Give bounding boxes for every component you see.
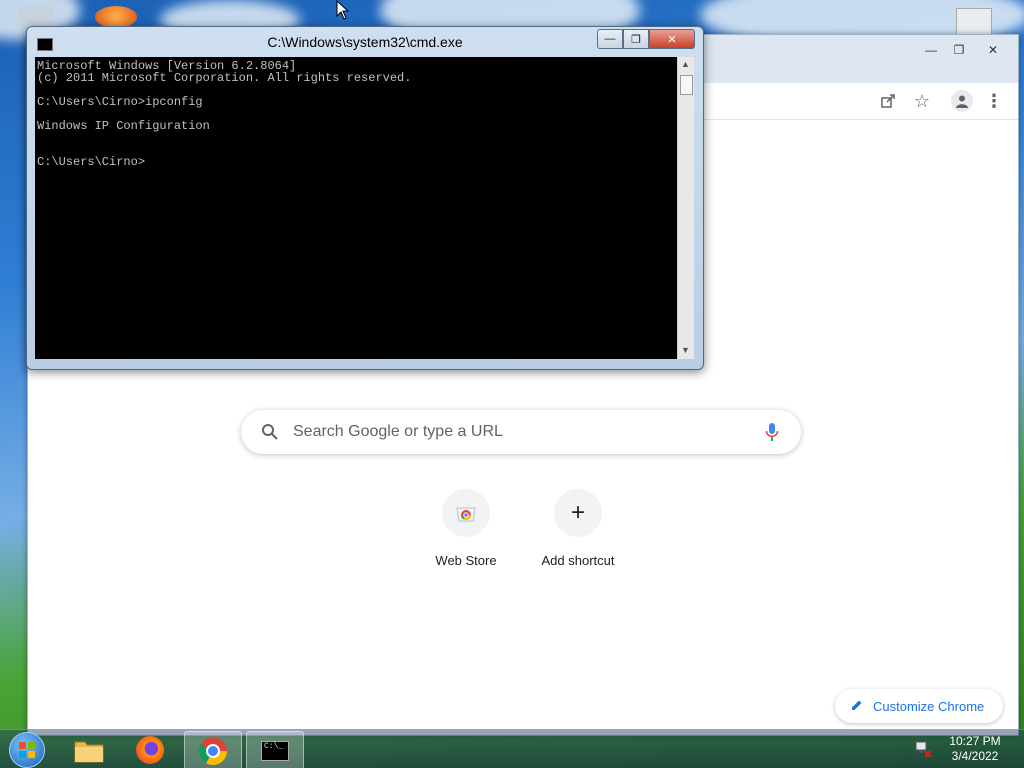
- console-line: Windows IP Configuration: [37, 119, 210, 133]
- web-store-icon: [442, 489, 490, 537]
- search-input[interactable]: Search Google or type a URL: [293, 423, 503, 441]
- tray-clock[interactable]: 10:27 PM 3/4/2022: [944, 734, 1006, 764]
- cmd-close-button[interactable]: ✕: [649, 29, 695, 49]
- search-box[interactable]: Search Google or type a URL: [241, 410, 801, 454]
- console-line: (c) 2011 Microsoft Corporation. All righ…: [37, 71, 412, 85]
- cmd-window: C:\Windows\system32\cmd.exe — ❐ ✕ Micros…: [26, 26, 704, 370]
- star-icon[interactable]: ☆: [910, 89, 934, 113]
- chrome-minimize-button[interactable]: —: [918, 41, 944, 59]
- taskbar: C:\_ 10:27 PM 3/4/2022: [0, 729, 1024, 768]
- mic-icon[interactable]: [765, 422, 779, 447]
- shortcut-label: Web Store: [435, 553, 497, 568]
- tray-date: 3/4/2022: [951, 749, 999, 763]
- shortcut-label: Add shortcut: [541, 553, 615, 568]
- shortcut-web-store[interactable]: Web Store: [410, 489, 522, 568]
- profile-icon[interactable]: [950, 89, 974, 113]
- desktop-file-icon[interactable]: [956, 8, 992, 36]
- desktop: — ❐ ✕ ☆ ⋮ Search Google or type a URL We…: [0, 0, 1024, 768]
- scroll-thumb[interactable]: [680, 75, 693, 95]
- console-prompt: C:\Users\Cirno>: [37, 155, 146, 169]
- file-explorer-icon[interactable]: [61, 731, 117, 768]
- search-icon: [261, 423, 279, 446]
- shortcut-add[interactable]: + Add shortcut: [522, 489, 634, 568]
- menu-icon[interactable]: ⋮: [982, 89, 1006, 113]
- desktop-app-icon[interactable]: [95, 6, 137, 28]
- cmd-scrollbar[interactable]: ▲ ▼: [677, 57, 694, 359]
- cmd-console[interactable]: Microsoft Windows [Version 6.2.8064] (c)…: [35, 57, 677, 359]
- network-icon[interactable]: [914, 740, 932, 763]
- chrome-close-button[interactable]: ✕: [980, 41, 1006, 59]
- firefox-icon[interactable]: [122, 731, 178, 768]
- tray-time: 10:27 PM: [949, 734, 1001, 748]
- scroll-up-arrow[interactable]: ▲: [681, 59, 690, 69]
- recycle-bin-icon[interactable]: [18, 6, 54, 28]
- console-line: C:\Users\Cirno>ipconfig: [37, 95, 203, 109]
- pencil-icon: [851, 699, 863, 714]
- start-orb-icon[interactable]: [2, 731, 52, 768]
- cmd-icon[interactable]: C:\_: [246, 731, 304, 768]
- plus-icon: +: [554, 489, 602, 537]
- chrome-icon[interactable]: [184, 731, 242, 768]
- share-icon[interactable]: [876, 89, 900, 113]
- customize-chrome-label: Customize Chrome: [873, 698, 985, 714]
- cmd-minimize-button[interactable]: —: [597, 29, 623, 49]
- mouse-cursor-icon: [336, 0, 350, 25]
- scroll-down-arrow[interactable]: ▼: [681, 345, 690, 355]
- cmd-maximize-button[interactable]: ❐: [623, 29, 649, 49]
- chrome-maximize-button[interactable]: ❐: [946, 41, 972, 59]
- customize-chrome-button[interactable]: Customize Chrome: [835, 689, 1003, 723]
